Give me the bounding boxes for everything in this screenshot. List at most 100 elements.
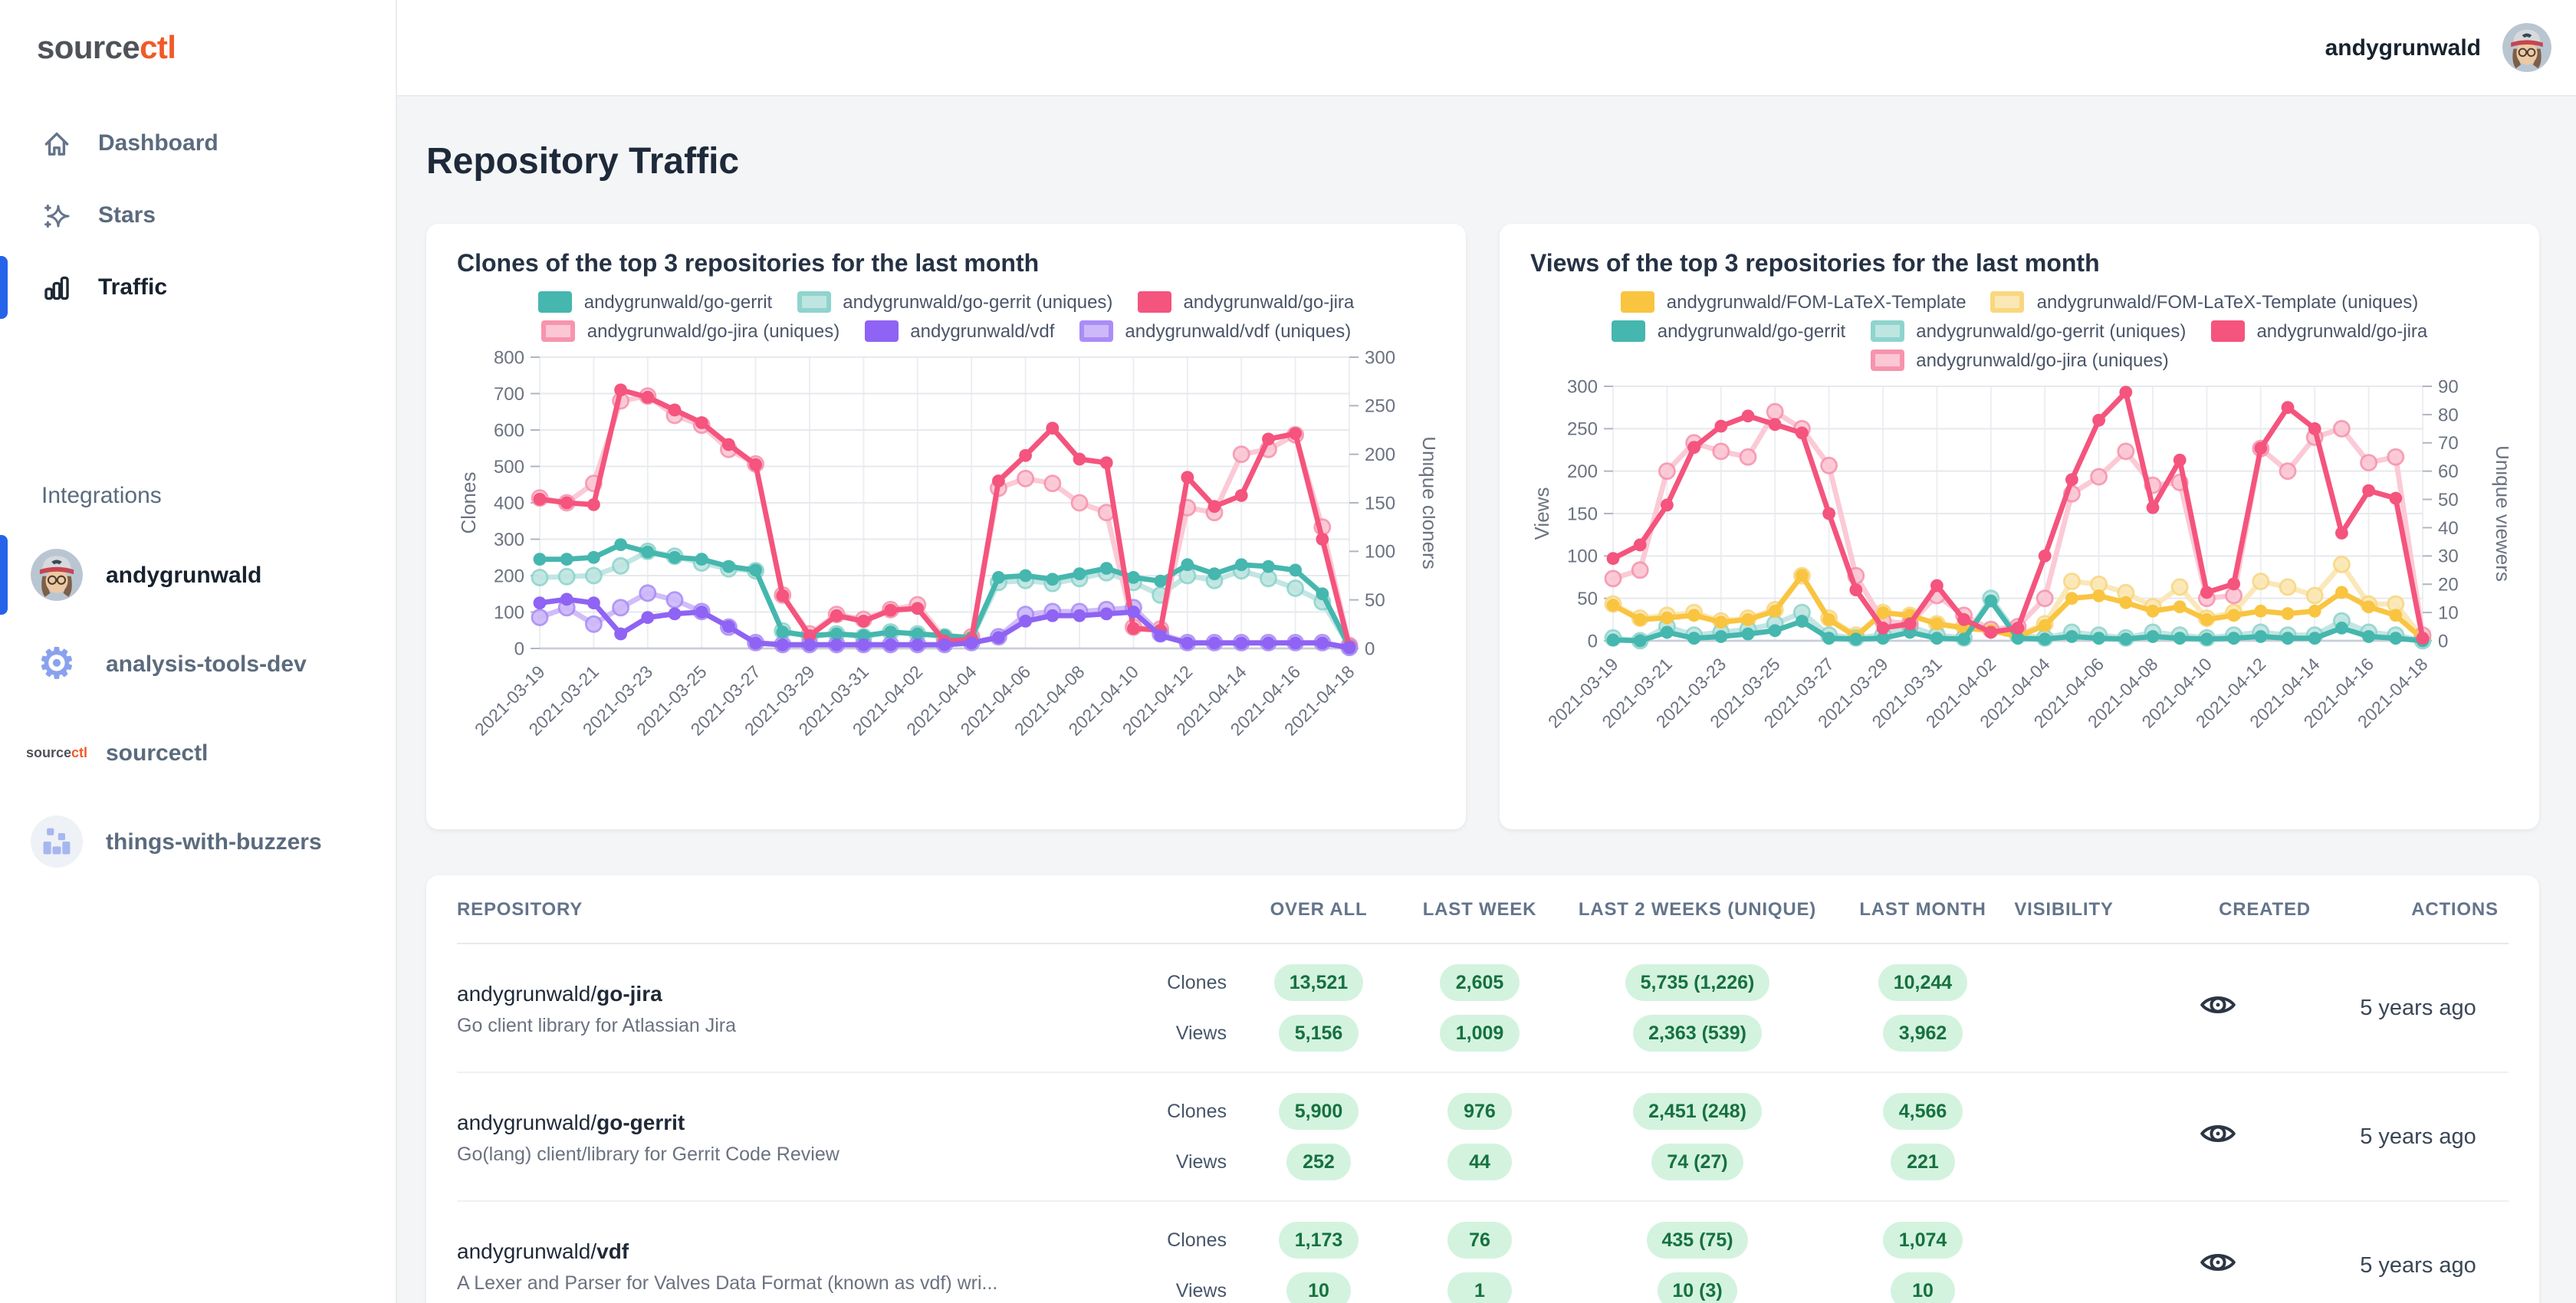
- clones-row-label: Clones: [1167, 1229, 1227, 1251]
- col-header-overall: OVER ALL: [1270, 898, 1368, 920]
- app-root: sourcectl Dashboard Stars Traffic Integr…: [0, 0, 2576, 1303]
- svg-text:0: 0: [1365, 638, 1375, 659]
- page-title: Repository Traffic: [426, 141, 740, 182]
- svg-text:300: 300: [1365, 348, 1395, 368]
- svg-text:100: 100: [1567, 546, 1598, 567]
- svg-text:40: 40: [2438, 518, 2459, 539]
- integration-label: things-with-buzzers: [106, 829, 322, 855]
- legend-item[interactable]: andygrunwald/go-jira (uniques): [540, 320, 840, 342]
- legend-swatch-icon: [1079, 320, 1113, 342]
- integration-things-with-buzzers[interactable]: things-with-buzzers: [0, 797, 396, 886]
- clones-last-week-badge: 976: [1447, 1093, 1512, 1130]
- active-indicator: [0, 535, 8, 615]
- svg-text:0: 0: [1588, 631, 1598, 652]
- repo-name[interactable]: andygrunwald/go-jira: [457, 980, 1135, 1005]
- app-logo[interactable]: sourcectl: [0, 0, 396, 67]
- legend-item[interactable]: andygrunwald/go-jira: [1137, 291, 1354, 313]
- legend-swatch-icon: [1870, 350, 1904, 371]
- sidebar-item-dashboard[interactable]: Dashboard: [0, 107, 396, 179]
- repo-name[interactable]: andygrunwald/go-gerrit: [457, 1109, 1135, 1134]
- legend-item[interactable]: andygrunwald/vdf (uniques): [1079, 320, 1351, 342]
- clones-last-2-weeks-badge: 5,735 (1,226): [1625, 964, 1770, 1001]
- sidebar-item-stars[interactable]: Stars: [0, 179, 396, 251]
- clones-overall-badge: 1,173: [1279, 1222, 1359, 1259]
- col-header-last-month: LAST MONTH: [1859, 898, 1986, 920]
- sourcectl-logo-icon: sourcectl: [25, 745, 88, 760]
- svg-text:200: 200: [1567, 461, 1598, 482]
- legend-item[interactable]: andygrunwald/go-gerrit (uniques): [1870, 320, 2186, 342]
- sidebar-item-label: Traffic: [98, 274, 168, 300]
- sparkles-icon: [41, 200, 72, 231]
- views-overall-badge: 10: [1286, 1272, 1351, 1303]
- clones-chart-legend: andygrunwald/go-gerrit andygrunwald/go-ge…: [478, 291, 1414, 342]
- main-content: Repository Traffic Clones of the top 3 r…: [396, 95, 2576, 1303]
- views-last-2-weeks-badge: 74 (27): [1651, 1144, 1743, 1180]
- sidebar-item-traffic[interactable]: Traffic: [0, 251, 396, 323]
- views-chart-canvas: 2021-03-192021-03-212021-03-232021-03-25…: [1530, 377, 2509, 732]
- svg-text:150: 150: [1567, 504, 1598, 524]
- repo-name[interactable]: andygrunwald/vdf: [457, 1238, 1135, 1262]
- integration-analysis-tools-dev[interactable]: ⚙ analysis-tools-dev: [0, 619, 396, 708]
- legend-item[interactable]: andygrunwald/go-gerrit: [1611, 320, 1845, 342]
- clones-last-week-badge: 76: [1447, 1222, 1512, 1259]
- svg-text:200: 200: [494, 566, 524, 586]
- svg-text:300: 300: [1567, 377, 1598, 397]
- legend-item[interactable]: andygrunwald/go-jira (uniques): [1870, 350, 2169, 371]
- svg-text:250: 250: [1365, 396, 1395, 417]
- legend-item[interactable]: andygrunwald/go-gerrit: [537, 291, 772, 313]
- views-row-label: Views: [1175, 1022, 1227, 1044]
- views-last-2-weeks-badge: 2,363 (539): [1633, 1015, 1762, 1052]
- svg-text:50: 50: [2438, 490, 2459, 510]
- svg-text:50: 50: [1365, 590, 1385, 611]
- svg-text:300: 300: [494, 530, 524, 550]
- table-row: andygrunwald/go-gerrit Go(lang) client/l…: [457, 1072, 2509, 1200]
- current-user-name[interactable]: andygrunwald: [2325, 34, 2481, 61]
- integration-label: sourcectl: [106, 740, 209, 766]
- svg-text:800: 800: [494, 348, 524, 368]
- svg-text:Clones: Clones: [457, 472, 480, 534]
- active-indicator: [0, 256, 8, 319]
- table-header-row: REPOSITORY OVER ALL LAST WEEK LAST 2 WEE…: [457, 875, 2509, 944]
- svg-text:Unique cloners: Unique cloners: [1418, 436, 1435, 569]
- table-body: andygrunwald/go-jira Go client library f…: [457, 944, 2509, 1303]
- visibility-eye-icon[interactable]: [2198, 1242, 2236, 1281]
- legend-item[interactable]: andygrunwald/FOM-LaTeX-Template (uniques…: [1990, 291, 2418, 313]
- svg-text:30: 30: [2438, 546, 2459, 567]
- clones-chart-card: Clones of the top 3 repositories for the…: [426, 224, 1466, 829]
- user-avatar[interactable]: [2502, 23, 2551, 72]
- visibility-eye-icon[interactable]: [2198, 1114, 2236, 1152]
- legend-swatch-icon: [1990, 291, 2025, 313]
- svg-text:80: 80: [2438, 405, 2459, 425]
- views-row-label: Views: [1175, 1151, 1227, 1173]
- clones-overall-badge: 13,521: [1273, 964, 1364, 1001]
- integration-andygrunwald[interactable]: andygrunwald: [0, 530, 396, 619]
- views-last-week-badge: 1,009: [1440, 1015, 1520, 1052]
- views-overall-badge: 252: [1286, 1144, 1351, 1180]
- clones-last-week-badge: 2,605: [1440, 964, 1520, 1001]
- svg-text:70: 70: [2438, 433, 2459, 454]
- views-overall-badge: 5,156: [1279, 1015, 1359, 1052]
- svg-text:250: 250: [1567, 419, 1598, 440]
- col-header-created: CREATED: [2219, 898, 2311, 920]
- legend-item[interactable]: andygrunwald/FOM-LaTeX-Template: [1620, 291, 1967, 313]
- clones-last-month-badge: 4,566: [1883, 1093, 1963, 1130]
- svg-text:90: 90: [2438, 377, 2459, 397]
- svg-text:0: 0: [2438, 631, 2448, 652]
- repo-description: Go client library for Atlassian Jira: [457, 1014, 737, 1036]
- legend-item[interactable]: andygrunwald/go-gerrit (uniques): [797, 291, 1112, 313]
- integrations-heading: Integrations: [41, 483, 162, 509]
- legend-item[interactable]: andygrunwald/go-jira: [2210, 320, 2427, 342]
- legend-item[interactable]: andygrunwald/vdf: [864, 320, 1054, 342]
- clones-row-label: Clones: [1167, 972, 1227, 993]
- integration-label: andygrunwald: [106, 562, 262, 588]
- sidebar: sourcectl Dashboard Stars Traffic Integr…: [0, 0, 397, 1303]
- svg-text:150: 150: [1365, 493, 1395, 514]
- bar-chart-icon: [41, 272, 72, 303]
- views-last-2-weeks-badge: 10 (3): [1657, 1272, 1738, 1303]
- table-row: andygrunwald/vdf A Lexer and Parser for …: [457, 1200, 2509, 1303]
- integration-sourcectl[interactable]: sourcectl sourcectl: [0, 708, 396, 797]
- visibility-eye-icon[interactable]: [2198, 985, 2236, 1023]
- legend-swatch-icon: [1137, 291, 1171, 313]
- views-last-month-badge: 221: [1891, 1144, 1955, 1180]
- sidebar-item-label: Dashboard: [98, 130, 219, 156]
